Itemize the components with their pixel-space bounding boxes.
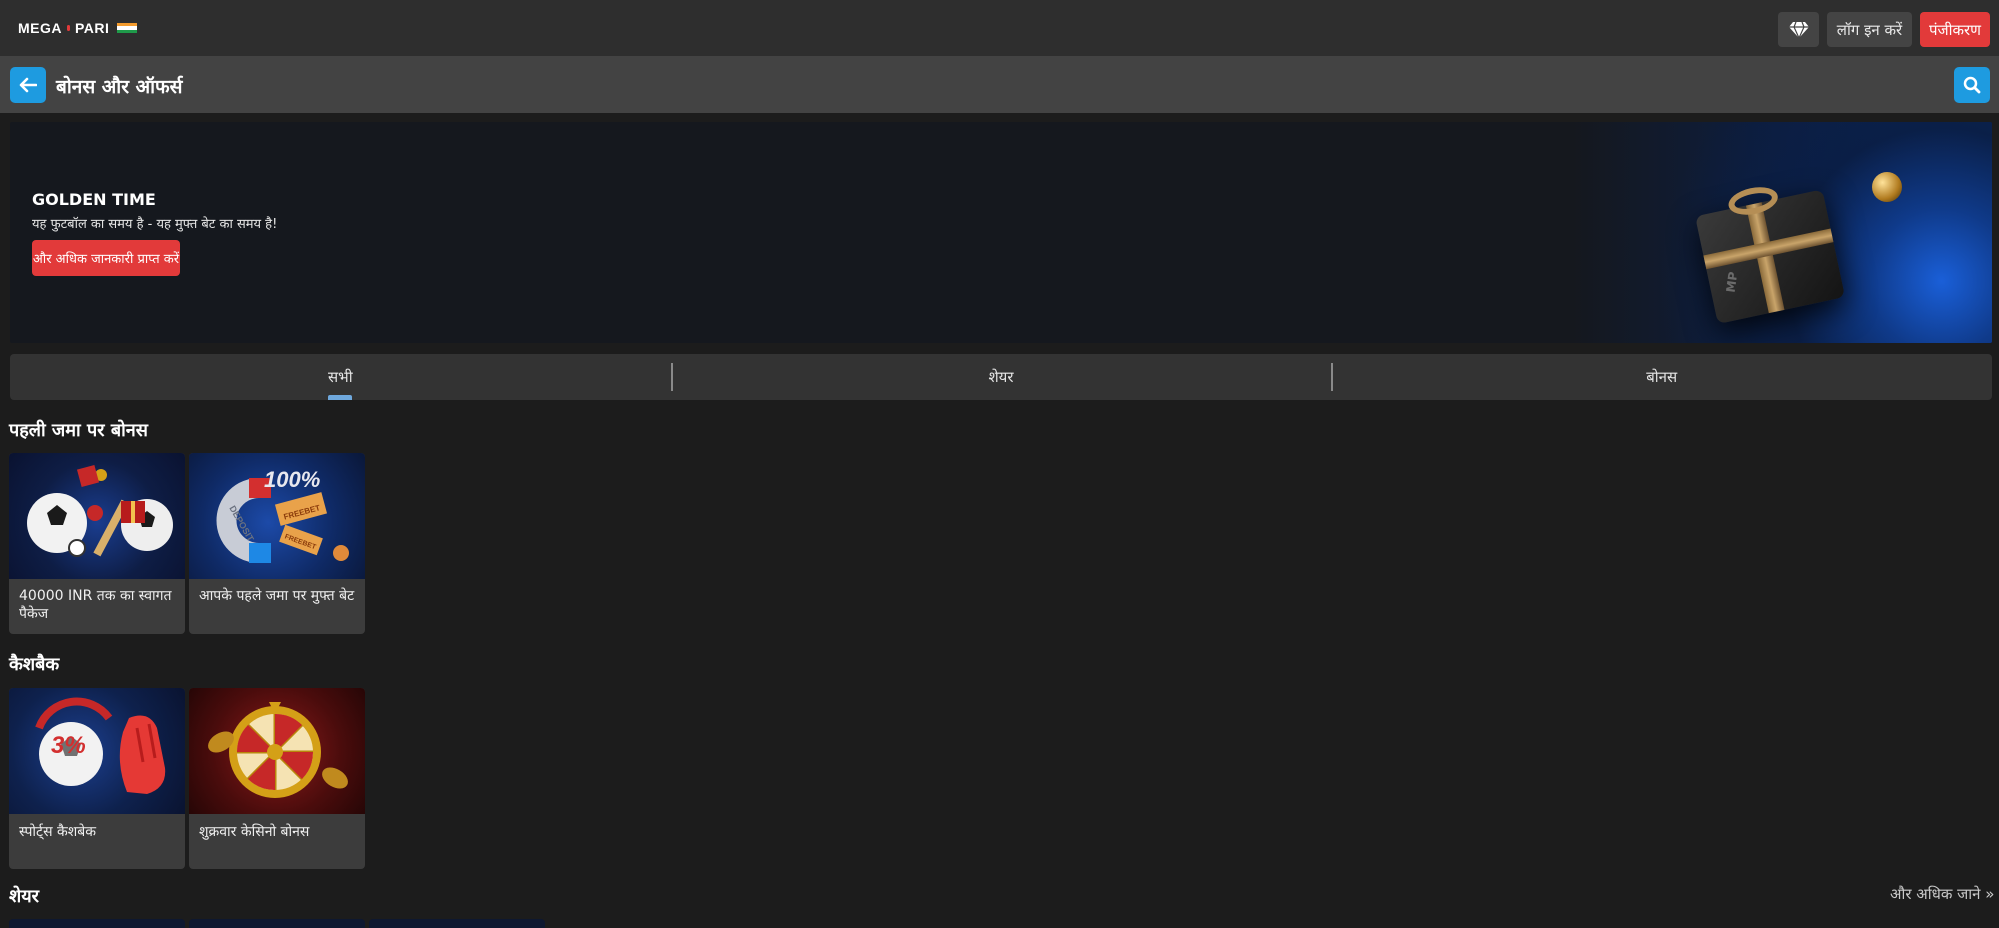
section-title-shares: शेयर: [9, 886, 40, 907]
section-title-first-deposit: पहली जमा पर बोनस: [9, 420, 148, 441]
fortune-wheel-icon: [208, 702, 348, 798]
bonus-card-sports-cashback[interactable]: 3% स्पोर्ट्स कैशबेक: [9, 688, 185, 869]
share-card-peek[interactable]: [189, 919, 365, 928]
diamond-icon: [1788, 21, 1809, 39]
top-header: MEGA PARI लॉग इन करें पंजीकरण: [0, 0, 1999, 56]
search-button[interactable]: [1954, 67, 1990, 103]
football-glove-icon: [35, 697, 166, 794]
banner-title: GOLDEN TIME: [32, 190, 156, 209]
search-icon: [1963, 76, 1981, 94]
banner-subtitle: यह फुटबॉल का समय है - यह मुफ्त बेट का सम…: [32, 217, 278, 232]
card-label: शुक्रवार केसिनो बोनस: [199, 824, 310, 840]
page-title-bar: बोनस और ऑफर्स: [0, 56, 1999, 113]
card-image-roulette-wheel: [189, 688, 365, 814]
logo-text-right: PARI: [75, 20, 110, 36]
vip-diamond-button[interactable]: [1778, 12, 1819, 47]
login-button[interactable]: लॉग इन करें: [1827, 12, 1912, 47]
promo-banner[interactable]: MP GOLDEN TIME यह फुटबॉल का समय है - यह …: [10, 122, 1992, 343]
bonus-card-first-deposit-freebet[interactable]: FREEBET FREEBET DEPOSIT 100% आपके पहले ज…: [189, 453, 365, 634]
card-label: आपके पहले जमा पर मुफ्त बेट: [199, 588, 355, 604]
share-card-peek[interactable]: [369, 919, 545, 928]
banner-gift-image: MP: [1572, 122, 1992, 343]
offer-tabs: सभी शेयर बोनस: [10, 354, 1992, 400]
gift-box-mark: MP: [1723, 270, 1741, 294]
card-label: स्पोर्ट्स कैशबेक: [19, 824, 97, 840]
bonus-card-welcome-package[interactable]: 40000 INR तक का स्वागत पैकेज: [9, 453, 185, 634]
bonus-card-friday-casino[interactable]: शुक्रवार केसिनो बोनस: [189, 688, 365, 869]
page-title: बोनस और ऑफर्स: [56, 76, 183, 98]
card-image-ball-glove: 3%: [9, 688, 185, 814]
tab-all[interactable]: सभी: [10, 354, 671, 400]
share-card-peek[interactable]: [9, 919, 185, 928]
section-title-cashback: कैशबैक: [9, 654, 60, 675]
percent-badge: 100%: [264, 467, 321, 492]
card-image-magnet: FREEBET FREEBET DEPOSIT 100%: [189, 453, 365, 579]
card-label: 40000 INR तक का स्वागत पैकेज: [19, 588, 172, 622]
logo-separator: [67, 25, 70, 31]
back-button[interactable]: [10, 67, 46, 103]
arrow-left-icon: [19, 77, 37, 93]
india-flag-icon: [117, 23, 138, 33]
tab-bonus[interactable]: बोनस: [1331, 354, 1992, 400]
logo-text-left: MEGA: [18, 20, 62, 36]
football-cricket-icon: [27, 464, 173, 557]
site-logo[interactable]: MEGA PARI: [18, 19, 138, 37]
register-button[interactable]: पंजीकरण: [1920, 12, 1990, 47]
tab-shares[interactable]: शेयर: [670, 354, 1332, 400]
cashback-percent-badge: 3%: [51, 732, 86, 759]
banner-more-info-button[interactable]: और अधिक जानकारी प्राप्त करें: [32, 240, 180, 276]
gift-box-illustration: MP: [1679, 158, 1855, 326]
card-image-sports-balls: [9, 453, 185, 579]
shares-more-link[interactable]: और अधिक जाने »: [1890, 884, 1994, 904]
golden-ball-illustration: [1872, 172, 1902, 202]
